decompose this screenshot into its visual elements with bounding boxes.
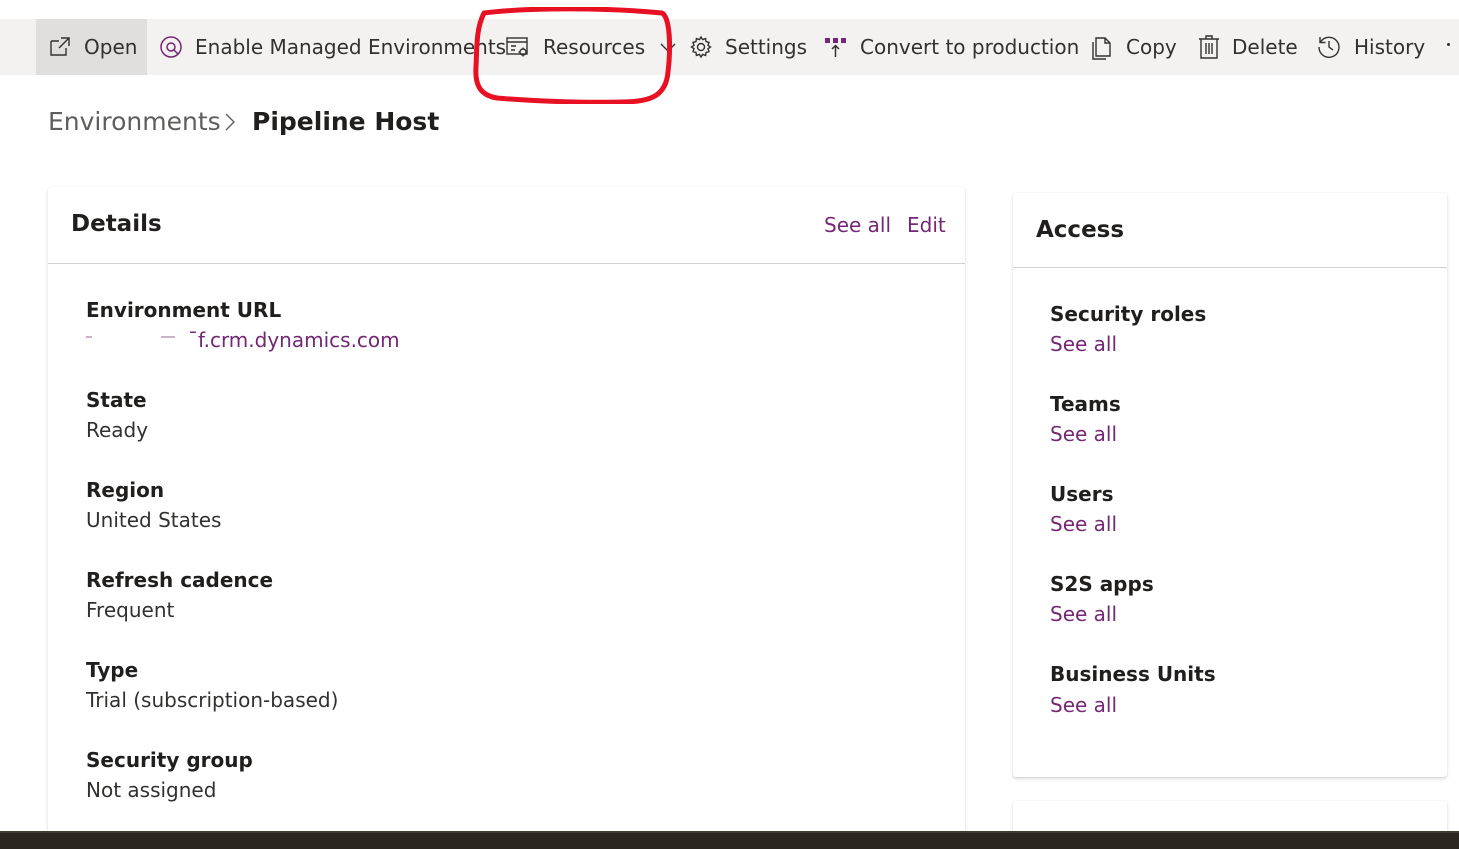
business-units-label: Business Units [1050, 662, 1216, 686]
redacted-url-mark [86, 336, 92, 338]
breadcrumb-environments[interactable]: Environments [48, 105, 221, 139]
open-in-new-icon [50, 37, 70, 56]
security-group-label: Security group [86, 748, 253, 772]
s2s-apps-see-all-link[interactable]: See all [1050, 602, 1117, 626]
region-value: United States [86, 508, 222, 532]
enable-managed-environments-label: Enable Managed Environments [195, 35, 507, 59]
page-title: Pipeline Host [252, 107, 440, 136]
details-title: Details [71, 211, 162, 237]
teams-see-all-link[interactable]: See all [1050, 422, 1117, 446]
managed-environment-icon [160, 36, 182, 58]
state-label: State [86, 388, 147, 412]
refresh-cadence-value: Frequent [86, 598, 175, 622]
history-icon [1318, 36, 1340, 58]
state-value: Ready [86, 418, 149, 442]
trash-icon [1199, 35, 1219, 59]
delete-button[interactable]: Delete [1198, 19, 1298, 75]
settings-label: Settings [725, 35, 808, 59]
history-label: History [1354, 35, 1426, 59]
refresh-cadence-label: Refresh cadence [86, 568, 274, 592]
security-roles-see-all-link[interactable]: See all [1050, 332, 1117, 356]
enable-managed-environments-button[interactable]: Enable Managed Environments [159, 19, 506, 75]
details-card: Details See all Edit Environment URL ˉf.… [48, 187, 965, 847]
copy-button[interactable]: Copy [1090, 19, 1177, 75]
copy-icon [1092, 37, 1111, 60]
copy-label: Copy [1126, 35, 1177, 59]
redacted-url-mark [161, 336, 175, 338]
users-see-all-link[interactable]: See all [1050, 512, 1117, 536]
environment-url-label: Environment URL [86, 298, 282, 322]
region-label: Region [86, 478, 165, 502]
convert-to-production-button[interactable]: Convert to production [824, 19, 1079, 75]
type-value: Trial (subscription-based) [86, 688, 339, 712]
open-label: Open [84, 35, 138, 59]
details-see-all-link[interactable]: See all [824, 213, 891, 237]
business-units-see-all-link[interactable]: See all [1050, 693, 1117, 717]
open-button[interactable]: Open [36, 19, 147, 75]
teams-label: Teams [1050, 392, 1121, 416]
type-label: Type [86, 658, 139, 682]
convert-to-production-label: Convert to production [860, 35, 1080, 59]
history-button[interactable]: History [1316, 19, 1425, 75]
security-roles-label: Security roles [1050, 302, 1207, 326]
window-bottom-edge [0, 831, 1459, 849]
delete-label: Delete [1232, 35, 1298, 59]
convert-icon [825, 38, 846, 57]
access-title: Access [1036, 217, 1125, 243]
details-edit-link[interactable]: Edit [907, 213, 946, 237]
command-bar: Open Enable Managed Environments Resourc… [0, 19, 1459, 75]
chevron-right-icon [225, 113, 235, 131]
s2s-apps-label: S2S apps [1050, 572, 1154, 596]
access-divider [1013, 267, 1447, 268]
settings-button[interactable]: Settings [689, 19, 807, 75]
more-commands-icon[interactable] [1447, 43, 1450, 46]
users-label: Users [1050, 482, 1114, 506]
gear-icon [690, 35, 712, 59]
details-divider [48, 263, 965, 264]
environment-url-link[interactable]: ˉf.crm.dynamics.com [188, 328, 400, 352]
security-group-value: Not assigned [86, 778, 217, 802]
access-card: Access Security roles See all Teams See … [1013, 193, 1447, 777]
annotation-circle [473, 7, 672, 104]
